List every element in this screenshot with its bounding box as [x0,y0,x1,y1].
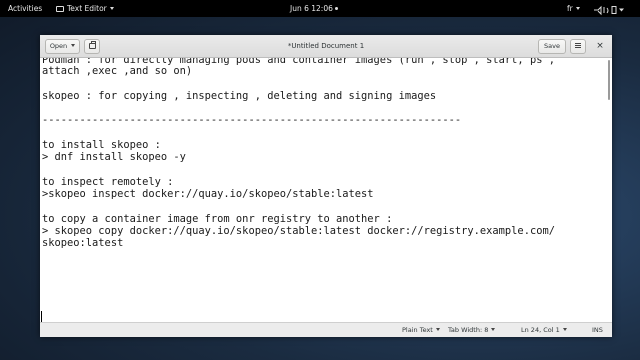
editor-line: > dnf install skopeo -y [42,151,186,163]
cursor-position-label: Ln 24, Col 1 [521,326,560,334]
app-menu[interactable]: Text Editor [56,0,114,17]
vertical-scrollbar[interactable] [608,60,610,100]
text-editor-area[interactable]: Podman : for directly managing pods and … [40,58,612,322]
insert-mode-indicator: INS [592,326,603,334]
open-button-label: Open [49,42,68,50]
volume-icon [603,7,609,14]
keyboard-layout-label: fr [567,4,573,13]
chevron-down-icon [562,328,567,331]
chevron-down-icon [619,8,624,12]
app-menu-label: Text Editor [67,4,107,13]
clock-label: Jun 6 12:06 [290,4,333,13]
new-document-icon [88,41,96,49]
hamburger-menu-icon [575,43,581,48]
clock[interactable]: Jun 6 12:06 [290,0,338,17]
editor-line: skopeo:latest [42,237,124,249]
menu-button[interactable] [570,39,586,54]
keyboard-layout-menu[interactable]: fr [567,0,580,17]
new-document-button[interactable] [84,39,100,54]
power-icon [611,6,617,14]
window-title: *Untitled Document 1 [287,42,365,50]
chevron-down-icon [435,328,440,331]
editor-line: to install skopeo : [42,139,161,151]
system-menu[interactable] [592,0,626,17]
tab-width-selector[interactable]: Tab Width: 8 [448,323,496,337]
save-button[interactable]: Save [538,39,566,54]
editor-line: to inspect remotely : [42,176,174,188]
editor-line: attach ,exec ,and so on) [42,65,193,77]
tab-width-label: Tab Width: 8 [448,326,489,334]
chevron-down-icon [71,44,76,47]
notification-dot-icon [334,7,338,10]
text-cursor [41,311,42,322]
chevron-down-icon [491,328,496,331]
language-selector[interactable]: Plain Text [402,323,440,337]
text-editor-window: Open *Untitled Document 1 Save × Podman … [40,35,612,337]
editor-line: >skopeo inspect docker://quay.io/skopeo/… [42,188,374,200]
network-icon [594,5,602,16]
close-icon[interactable]: × [593,39,607,54]
editor-line: skopeo : for copying , inspecting , dele… [42,90,437,102]
chevron-down-icon [109,7,114,10]
header-bar: Open *Untitled Document 1 Save × [40,35,612,58]
editor-line: to copy a container image from onr regis… [42,213,393,225]
chevron-down-icon [575,7,580,10]
language-label: Plain Text [402,326,433,334]
open-button[interactable]: Open [45,39,80,54]
system-tray-icons [594,5,624,16]
editor-line: > skopeo copy docker://quay.io/skopeo/st… [42,225,555,237]
status-bar: Plain Text Tab Width: 8 Ln 24, Col 1 INS [40,322,612,337]
text-editor-icon [56,6,64,12]
activities-button[interactable]: Activities [8,0,42,17]
editor-line: ----------------------------------------… [42,114,462,126]
top-bar: Activities Text Editor Jun 6 12:06 fr [0,0,640,17]
cursor-position-selector[interactable]: Ln 24, Col 1 [521,323,567,337]
